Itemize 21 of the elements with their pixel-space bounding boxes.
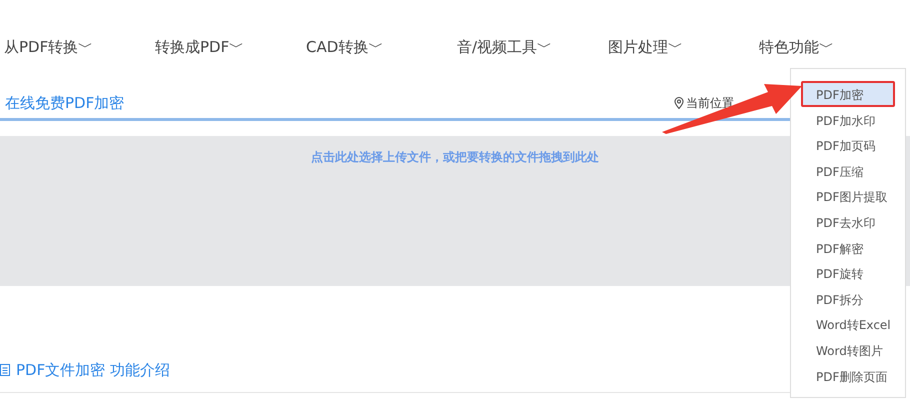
dropdown-item[interactable]: PDF旋转 [801, 260, 895, 286]
page-title: 在线免费PDF加密 [4, 92, 124, 114]
dropdown-item[interactable]: PDF解密 [801, 234, 895, 260]
dropdown-item[interactable]: PDF加密 [801, 81, 895, 107]
nav-menu-item[interactable]: 从PDF转换﹀ [4, 36, 155, 58]
document-icon [0, 364, 10, 376]
dropdown-item[interactable]: PDF拆分 [801, 286, 895, 312]
nav-menu-item[interactable]: 特色功能﹀ [759, 36, 910, 58]
location-pin-icon [674, 97, 684, 109]
dropdown-item[interactable]: Word转图片 [801, 336, 895, 363]
nav-menu-item[interactable]: 图片处理﹀ [608, 36, 759, 58]
dropdown-item[interactable]: PDF图片提取 [801, 183, 895, 209]
dropdown-item[interactable]: Word转Excel [801, 311, 895, 337]
nav-menu-item[interactable]: 转换成PDF﹀ [155, 36, 306, 58]
section-heading: PDF文件加密 功能介绍 [16, 360, 170, 381]
dropdown-item[interactable]: PDF加水印 [801, 106, 895, 132]
dropdown-item[interactable]: PDF去水印 [801, 208, 895, 235]
dropdown-item[interactable]: PDF删除页面 [801, 362, 895, 388]
dropdown-item[interactable]: PDF压缩 [801, 158, 895, 184]
nav-menu-item[interactable]: 音/视频工具﹀ [457, 36, 608, 58]
nav-menu-item[interactable]: CAD转换﹀ [306, 36, 457, 58]
